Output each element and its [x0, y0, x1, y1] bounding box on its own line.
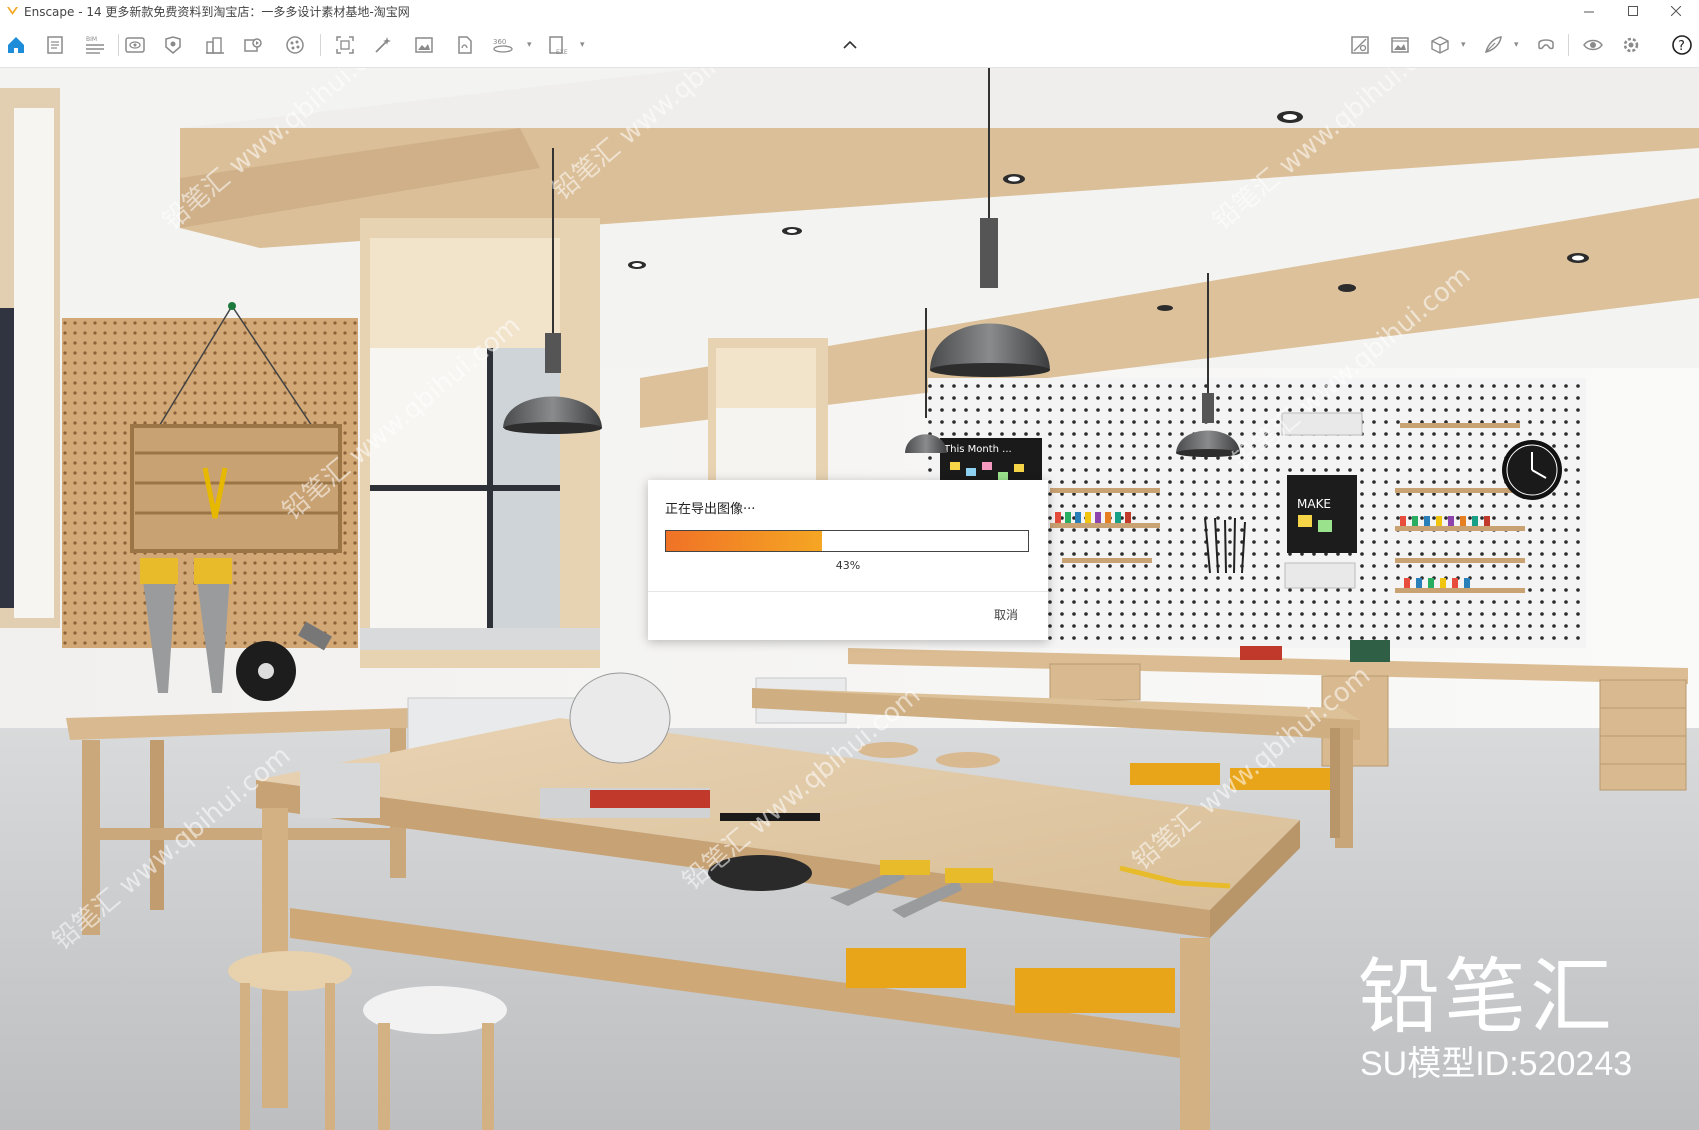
export-progress-dialog: 正在导出图像··· 43% 取消: [648, 480, 1048, 640]
video-editor-button[interactable]: [240, 32, 266, 58]
toolbar-separator: [1568, 34, 1569, 56]
export-progress-bar: [665, 530, 1029, 552]
close-button[interactable]: [1653, 0, 1699, 22]
gallery-icon: [1391, 37, 1409, 53]
eye-button[interactable]: [1580, 32, 1606, 58]
minimize-icon: [1584, 11, 1594, 13]
view-icon: [125, 37, 145, 53]
watermark-model-id: SU模型ID:520243: [1360, 1045, 1633, 1083]
enscape-toolbar: BIM 360 ▾ EXE ▾ ▾ ▾ ?: [0, 22, 1699, 68]
settings-button[interactable]: [1618, 32, 1644, 58]
maximize-icon: [1628, 6, 1638, 16]
help-button[interactable]: ?: [1670, 32, 1694, 58]
eye-icon: [1583, 39, 1603, 51]
bim-button[interactable]: BIM: [82, 32, 108, 58]
feather-button[interactable]: [1480, 32, 1506, 58]
close-icon: [1671, 6, 1681, 16]
window-title: Enscape - 14 更多新款免费资料到淘宝店：一多多设计素材基地-淘宝网: [24, 5, 410, 19]
board-title: This Month ...: [943, 444, 1012, 455]
360-dropdown-caret-icon[interactable]: ▾: [527, 40, 532, 50]
make-poster-text: MAKE: [1297, 497, 1331, 511]
screenshot-button[interactable]: [332, 32, 358, 58]
360-button[interactable]: 360: [490, 32, 516, 58]
enscape-logo-icon: [7, 7, 18, 15]
panorama-icon: [458, 36, 472, 54]
asset-library-icon: [165, 36, 181, 54]
svg-text:?: ?: [1678, 39, 1685, 54]
toolbar-separator: [118, 34, 119, 56]
exe-dropdown-caret-icon[interactable]: ▾: [580, 40, 585, 50]
collapse-toolbar-button[interactable]: [837, 36, 863, 54]
feather-dropdown-caret-icon[interactable]: ▾: [1514, 40, 1519, 50]
home-button[interactable]: [3, 32, 29, 58]
dialog-title: 正在导出图像···: [665, 502, 756, 517]
video-editor-icon: [244, 38, 262, 52]
batch-render-icon: [375, 37, 391, 53]
screenshot-icon: [336, 36, 354, 54]
material-editor-button[interactable]: [282, 32, 308, 58]
site-context-button[interactable]: [202, 32, 228, 58]
progress-percent: 43%: [835, 559, 861, 572]
material-editor-icon: [286, 36, 304, 54]
batch-render-button[interactable]: [370, 32, 396, 58]
sync-views-button[interactable]: [1347, 32, 1373, 58]
vr-headset-button[interactable]: [1533, 32, 1559, 58]
toolbar-separator: [320, 34, 321, 56]
progress-fill: [666, 531, 822, 551]
gallery-button[interactable]: [1387, 32, 1413, 58]
panorama-button[interactable]: [451, 32, 477, 58]
svg-text:BIM: BIM: [86, 36, 97, 43]
vr-headset-icon: [1538, 39, 1554, 50]
cube-icon: [1431, 36, 1449, 54]
dialog-divider: [648, 591, 1048, 592]
chevron-up-icon: [843, 41, 857, 49]
document-button[interactable]: [42, 32, 68, 58]
site-context-icon: [206, 37, 224, 54]
bim-icon: BIM: [86, 36, 104, 54]
minimize-button[interactable]: [1566, 0, 1612, 22]
svg-text:360: 360: [493, 38, 506, 46]
sync-views-icon: [1351, 36, 1369, 54]
exe-export-icon: EXE: [549, 36, 568, 56]
feather-icon: [1484, 36, 1502, 54]
home-icon: [8, 37, 24, 53]
cancel-button[interactable]: 取消: [994, 606, 1018, 623]
settings-icon: [1623, 37, 1639, 53]
svg-text:EXE: EXE: [556, 49, 568, 56]
view-button[interactable]: [122, 32, 148, 58]
document-icon: [47, 36, 63, 54]
help-icon: ?: [1672, 35, 1692, 55]
exe-export-button[interactable]: EXE: [545, 32, 571, 58]
watermark-brand: 铅笔汇: [1358, 950, 1617, 1045]
360-icon: 360: [493, 38, 513, 53]
maximize-button[interactable]: [1610, 0, 1656, 22]
asset-library-button[interactable]: [160, 32, 186, 58]
image-export-button[interactable]: [411, 32, 437, 58]
image-export-icon: [415, 37, 433, 53]
cube-button[interactable]: [1427, 32, 1453, 58]
cube-dropdown-caret-icon[interactable]: ▾: [1461, 40, 1466, 50]
title-bar: Enscape - 14 更多新款免费资料到淘宝店：一多多设计素材基地-淘宝网: [0, 0, 1699, 22]
